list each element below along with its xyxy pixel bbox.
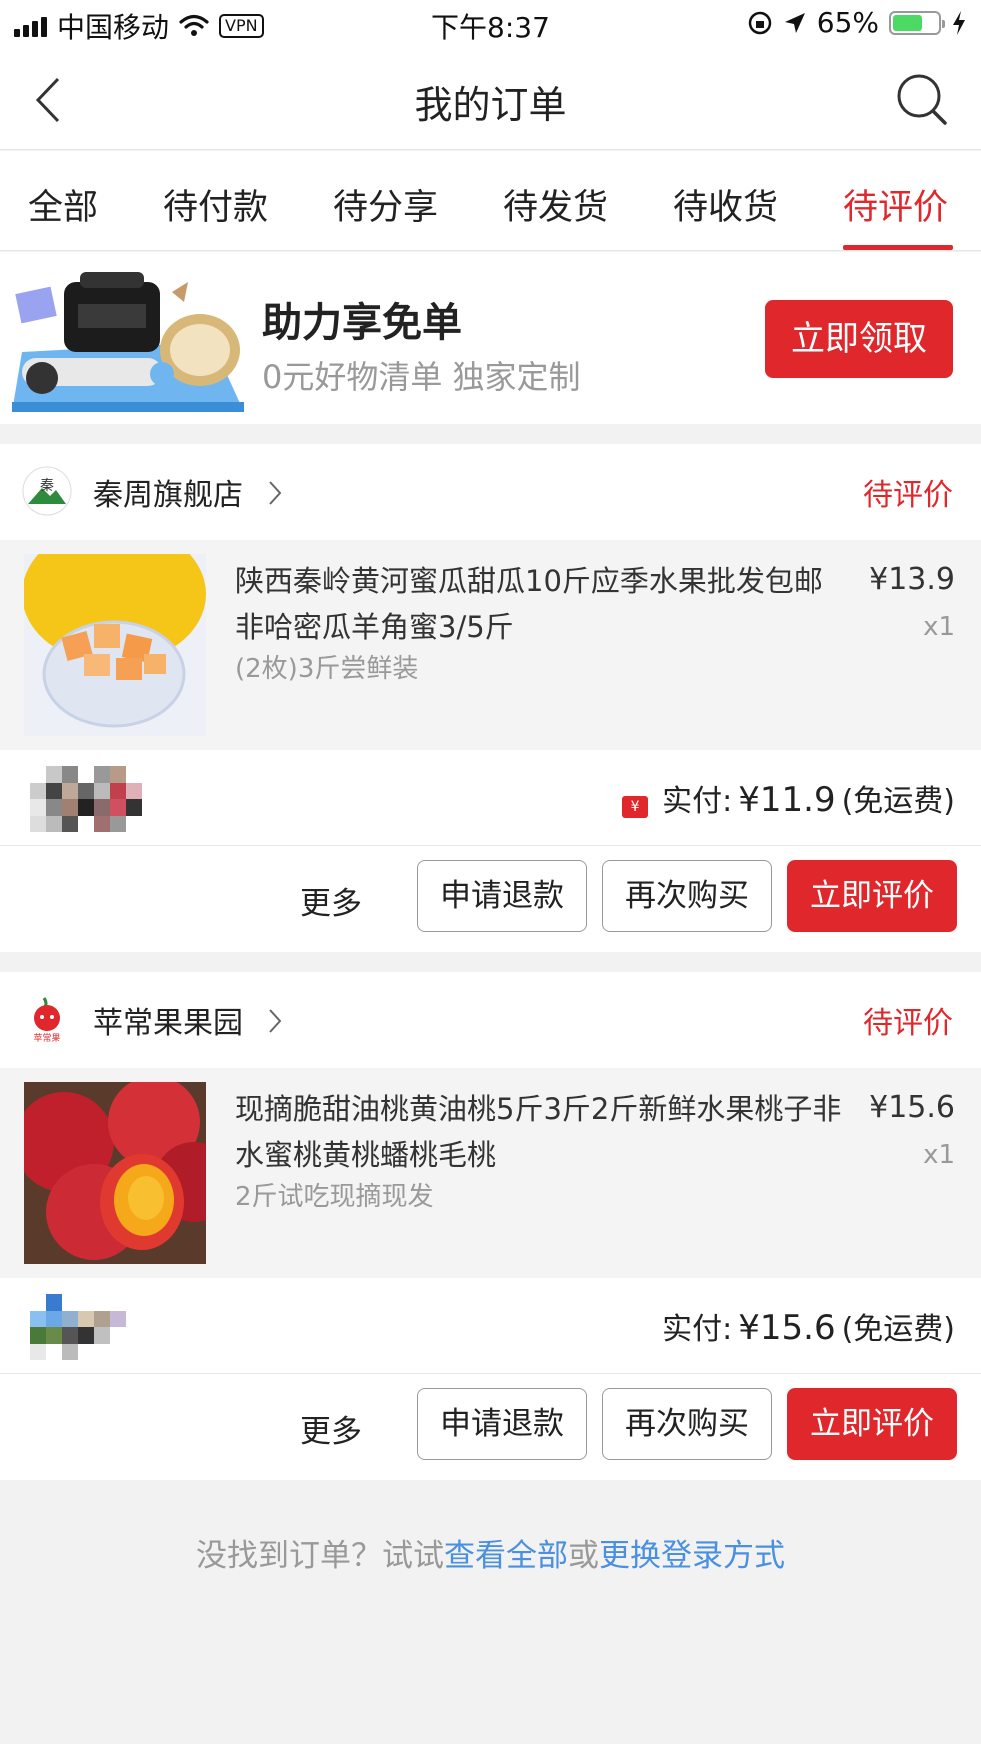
order-status: 待评价: [863, 1006, 953, 1041]
shipping-note: (免运费): [841, 1312, 955, 1347]
refund-button[interactable]: 申请退款: [417, 860, 587, 932]
page-title: 我的订单: [414, 83, 567, 127]
shop-name[interactable]: 秦周旗舰店: [93, 470, 243, 514]
nav-bar: 我的订单: [0, 50, 981, 150]
item-quantity: x1: [923, 612, 955, 642]
buy-again-button[interactable]: 再次购买: [602, 1388, 772, 1460]
item-title: 现摘脆甜油桃黄油桃5斤3斤2斤新鲜水果桃子非水蜜桃黄桃蟠桃毛桃: [235, 1092, 842, 1172]
tab-pending-payment[interactable]: 待付款: [163, 179, 268, 230]
paid-label: 实付:: [662, 784, 733, 819]
item-spec: (2枚)3斤尝鲜装: [235, 654, 419, 684]
blurred-avatar-mosaic: [30, 1294, 142, 1360]
order-item[interactable]: 现摘脆甜油桃黄油桃5斤3斤2斤新鲜水果桃子非水蜜桃黄桃蟠桃毛桃 2斤试吃现摘现发…: [0, 1068, 981, 1278]
promo-banner[interactable]: 助力享免单 0元好物清单 独家定制 立即领取: [0, 252, 981, 424]
claim-now-button[interactable]: 立即领取: [765, 300, 953, 378]
chevron-right-icon: [269, 1009, 282, 1033]
shop-row[interactable]: 苹常果 苹常果果园 待评价: [0, 972, 981, 1068]
order-card: 秦 秦周旗舰店 待评价 陕西秦岭黄河蜜瓜甜瓜10斤应季水果批发包邮非哈密瓜羊角蜜…: [0, 444, 981, 952]
order-card: 苹常果 苹常果果园 待评价 现摘脆甜油桃黄油桃5斤3斤2斤新鲜水果桃子非水蜜桃黄…: [0, 972, 981, 1480]
blurred-avatar-mosaic: [30, 766, 142, 832]
footer-or: 或: [568, 1538, 599, 1574]
switch-login-link[interactable]: 更换登录方式: [599, 1538, 785, 1574]
status-bar: 中国移动 VPN 下午8:37 65%: [0, 0, 981, 50]
battery-icon: [889, 10, 945, 35]
paid-amount: ¥11.9: [738, 780, 836, 820]
product-image: [24, 554, 206, 736]
tab-pending-shipment[interactable]: 待发货: [503, 179, 608, 230]
active-tab-indicator: [843, 245, 953, 250]
charging-icon: [953, 10, 965, 35]
more-button[interactable]: 更多: [300, 1406, 362, 1451]
item-title: 陕西秦岭黄河蜜瓜甜瓜10斤应季水果批发包邮非哈密瓜羊角蜜3/5斤: [235, 564, 823, 644]
item-price: ¥15.6: [869, 1090, 955, 1125]
shipping-note: (免运费): [841, 784, 955, 819]
shop-logo: 苹常果: [22, 994, 72, 1044]
order-actions: 更多 申请退款 再次购买 立即评价: [0, 1374, 981, 1480]
banner-subtitle: 0元好物清单 独家定制: [262, 358, 581, 396]
payment-row: 实付: ¥15.6 (免运费): [0, 1278, 981, 1374]
refund-button[interactable]: 申请退款: [417, 1388, 587, 1460]
red-packet-icon: ¥: [622, 796, 649, 818]
item-price: ¥13.9: [869, 562, 955, 597]
paid-amount: ¥15.6: [738, 1308, 836, 1348]
order-actions: 更多 申请退款 再次购买 立即评价: [0, 846, 981, 952]
promo-products-image: [12, 272, 244, 412]
tab-pending-share[interactable]: 待分享: [333, 179, 438, 230]
orientation-lock-icon: [748, 11, 772, 34]
item-spec: 2斤试吃现摘现发: [235, 1182, 434, 1212]
location-icon: [784, 12, 805, 33]
tab-pending-review[interactable]: 待评价: [843, 179, 948, 230]
search-icon[interactable]: [895, 72, 949, 128]
svg-text:苹常果: 苹常果: [33, 1032, 60, 1044]
order-item[interactable]: 陕西秦岭黄河蜜瓜甜瓜10斤应季水果批发包邮非哈密瓜羊角蜜3/5斤 (2枚)3斤尝…: [0, 540, 981, 750]
item-quantity: x1: [923, 1140, 955, 1170]
banner-title: 助力享免单: [262, 300, 462, 346]
payment-row: ¥ 实付: ¥11.9 (免运费): [0, 750, 981, 846]
order-status: 待评价: [863, 478, 953, 513]
footer-hint: 没找到订单？试试查看全部或更换登录方式: [0, 1530, 981, 1575]
chevron-right-icon: [269, 481, 282, 505]
order-tabs: 全部 待付款 待分享 待发货 待收货 待评价: [0, 151, 981, 251]
shop-name[interactable]: 苹常果果园: [93, 998, 243, 1042]
tab-pending-receipt[interactable]: 待收货: [673, 179, 778, 230]
buy-again-button[interactable]: 再次购买: [602, 860, 772, 932]
shop-row[interactable]: 秦 秦周旗舰店 待评价: [0, 444, 981, 540]
tab-all[interactable]: 全部: [28, 179, 98, 230]
battery-percent: 65%: [816, 6, 879, 39]
product-image: [24, 1082, 206, 1264]
shop-logo: 秦: [22, 466, 72, 516]
more-button[interactable]: 更多: [300, 878, 362, 923]
footer-prefix: 没找到订单？试试: [196, 1538, 444, 1574]
view-all-link[interactable]: 查看全部: [444, 1538, 568, 1574]
paid-label: 实付:: [662, 1312, 733, 1347]
review-now-button[interactable]: 立即评价: [787, 860, 957, 932]
review-now-button[interactable]: 立即评价: [787, 1388, 957, 1460]
svg-text:秦: 秦: [40, 478, 54, 494]
